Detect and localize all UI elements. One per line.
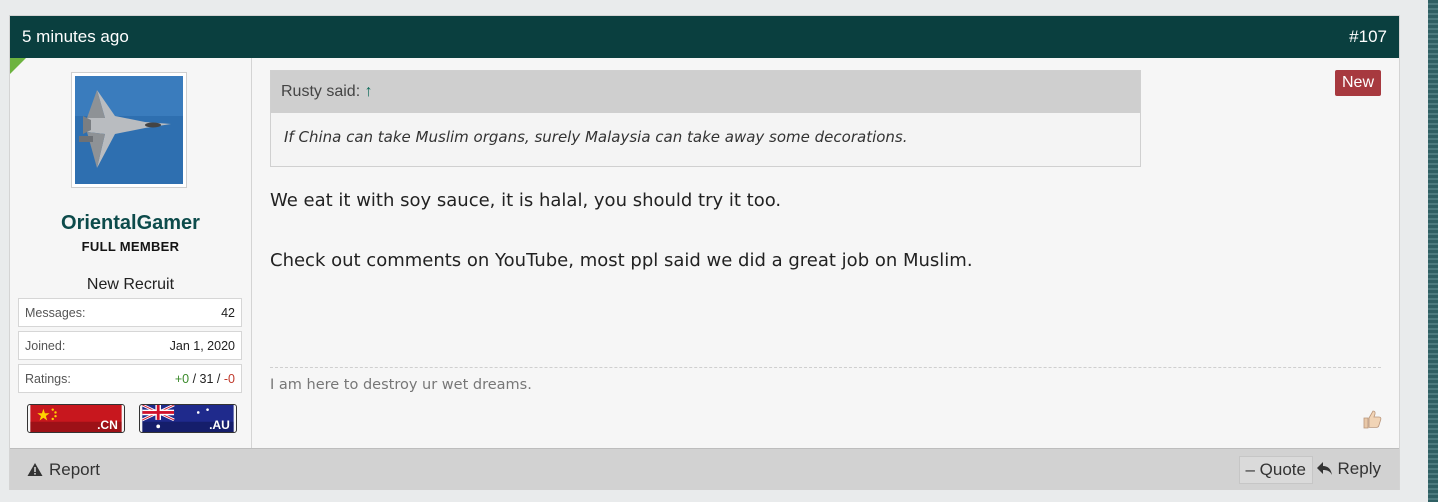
message-line: We eat it with soy sauce, it is halal, y… (270, 190, 782, 211)
stat-joined: Joined: Jan 1, 2020 (18, 331, 242, 360)
report-label: Report (49, 460, 101, 479)
ratings-separator: / (213, 372, 224, 386)
ratings-value: +0 / 31 / -0 (175, 372, 235, 386)
reply-arrow-icon (1316, 462, 1332, 475)
quote-jump-arrow-icon[interactable]: ↑ (365, 83, 373, 100)
quote-block: Rusty said: ↑ If China can take Muslim o… (270, 70, 1141, 167)
reply-button[interactable]: Reply (1316, 459, 1381, 479)
stat-label: Joined: (25, 339, 66, 353)
online-indicator (10, 58, 26, 74)
ratings-negative: -0 (223, 372, 235, 386)
report-button[interactable]: Report (27, 460, 100, 480)
user-info-panel: OrientalGamer FULL MEMBER New Recruit Me… (10, 58, 252, 448)
stat-label: Ratings: (25, 372, 71, 386)
stat-value: 42 (221, 306, 235, 320)
stat-ratings: Ratings: +0 / 31 / -0 (18, 364, 242, 393)
quote-text: If China can take Muslim organs, surely … (284, 128, 908, 146)
signature: I am here to destroy ur wet dreams. (270, 377, 532, 393)
stat-value: Jan 1, 2020 (169, 339, 235, 353)
user-rank: New Recruit (86, 276, 175, 293)
member-title: FULL MEMBER (81, 239, 180, 254)
stat-label: Messages: (25, 306, 86, 320)
signature-divider (270, 367, 1381, 368)
post-footer: Report – Quote Reply (10, 448, 1399, 490)
reply-label: Reply (1337, 459, 1381, 478)
page-edge-decoration (1428, 0, 1438, 502)
quote-header: Rusty said: ↑ (271, 71, 1140, 113)
post-header: 5 minutes ago #107 (10, 16, 1399, 58)
forum-post: 5 minutes ago #107 OrientalGamer FULL ME… (9, 15, 1400, 490)
flag-label-au: .AU (209, 418, 230, 432)
new-badge: New (1334, 70, 1381, 96)
stat-messages: Messages: 42 (18, 298, 242, 327)
ratings-neutral: 31 (199, 372, 214, 386)
flag-australia: .AU (139, 404, 237, 433)
avatar[interactable] (71, 72, 187, 188)
post-number-link[interactable]: #107 (1349, 27, 1387, 47)
quote-button[interactable]: – Quote (1238, 456, 1313, 484)
post-time-link[interactable]: 5 minutes ago (22, 27, 129, 47)
warning-icon (27, 463, 43, 476)
thumbs-up-icon[interactable] (1361, 408, 1383, 430)
flag-label-cn: .CN (97, 418, 118, 432)
quote-author: Rusty said: (281, 83, 361, 100)
ratings-separator: / (189, 372, 200, 386)
ratings-positive: +0 (174, 372, 190, 386)
post-content: New Rusty said: ↑ If China can take Musl… (252, 58, 1399, 448)
flag-china: .CN (27, 404, 125, 433)
jet-avatar-image (75, 76, 183, 184)
username-link[interactable]: OrientalGamer (10, 212, 251, 235)
message-line: Check out comments on YouTube, most ppl … (270, 250, 973, 271)
